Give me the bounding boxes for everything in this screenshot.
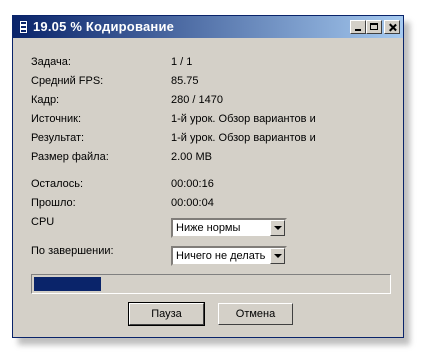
task-value: 1 / 1 [171, 56, 193, 68]
maximize-button[interactable] [366, 20, 382, 34]
source-value: 1-й урок. Обзор вариантов и [171, 113, 316, 125]
result-label: Результат: [31, 132, 85, 144]
source-label: Источник: [31, 113, 82, 125]
encoding-dialog: 19.05 % Кодирование Задача: 1 / 1 Средни… [12, 15, 404, 338]
chevron-down-icon[interactable] [270, 248, 285, 264]
cpu-label: CPU [31, 216, 55, 228]
on-finish-value: Ничего не делать [176, 250, 266, 262]
remaining-label: Осталось: [31, 178, 84, 190]
chevron-down-icon[interactable] [270, 220, 285, 236]
file-size-value: 2.00 MB [171, 151, 212, 163]
cpu-priority-value: Ниже нормы [176, 222, 241, 234]
remaining-value: 00:00:16 [171, 178, 214, 190]
cpu-priority-select[interactable]: Ниже нормы [171, 218, 287, 238]
film-icon[interactable] [19, 20, 28, 34]
cancel-button[interactable]: Отмена [218, 303, 293, 325]
window-title: 19.05 % Кодирование [33, 19, 175, 34]
file-size-label: Размер файла: [31, 151, 109, 163]
pause-button[interactable]: Пауза [128, 302, 205, 326]
avg-fps-label: Средний FPS: [31, 75, 104, 87]
encoding-progress-bar [31, 274, 391, 294]
frame-value: 280 / 1470 [171, 94, 223, 106]
elapsed-label: Прошло: [31, 197, 76, 209]
result-value: 1-й урок. Обзор вариантов и [171, 132, 316, 144]
minimize-button[interactable] [350, 20, 366, 34]
on-finish-select[interactable]: Ничего не делать [171, 246, 287, 266]
progress-fill [34, 277, 101, 291]
elapsed-value: 00:00:04 [171, 197, 214, 209]
close-button[interactable] [384, 20, 400, 34]
frame-label: Кадр: [31, 94, 60, 106]
avg-fps-value: 85.75 [171, 75, 199, 87]
on-finish-label: По завершении: [31, 245, 114, 257]
title-bar[interactable]: 19.05 % Кодирование [13, 16, 403, 38]
task-label: Задача: [31, 56, 71, 68]
